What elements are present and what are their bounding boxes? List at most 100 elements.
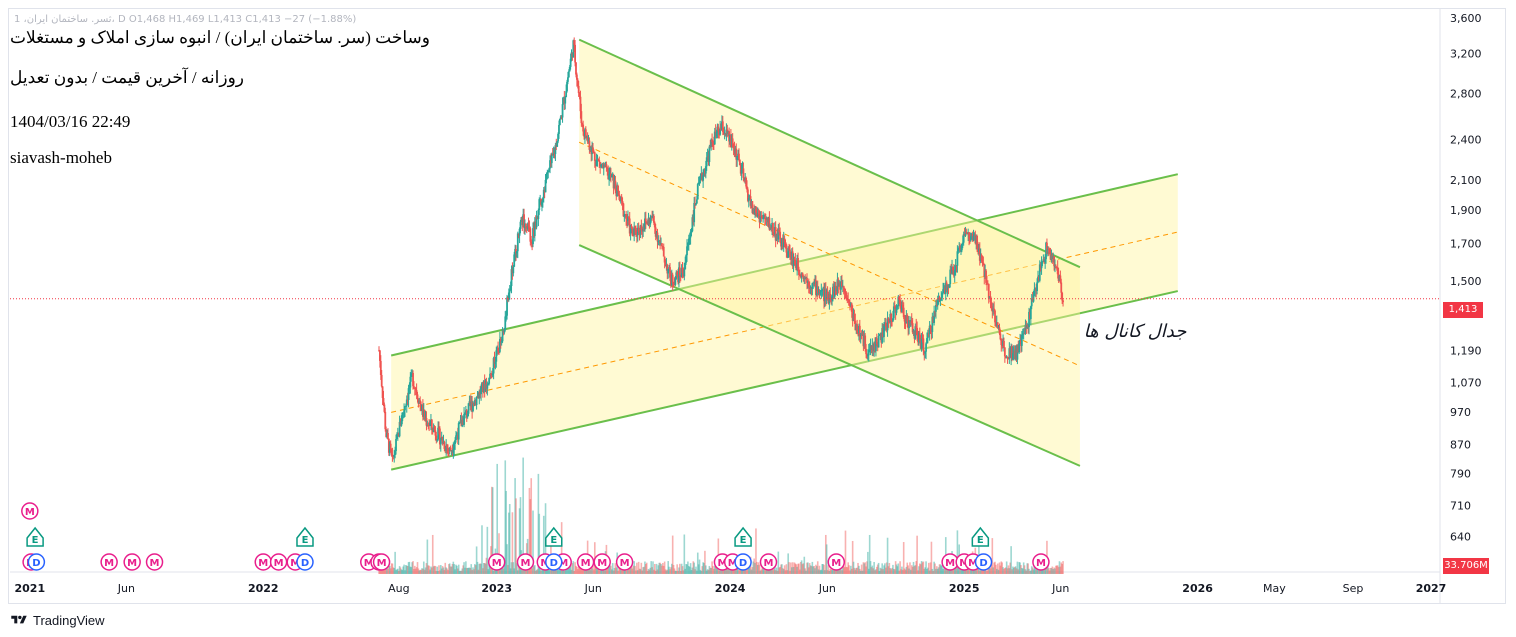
y-tick-label: 790 xyxy=(1450,467,1471,480)
x-tick-label: 2024 xyxy=(715,582,746,595)
candle-body xyxy=(580,111,583,124)
y-tick-label: 3,200 xyxy=(1450,47,1482,60)
legend-ohlc: O1,468 H1,469 L1,413 C1,413 −27 (−1.88%) xyxy=(128,14,357,25)
event-m-label: M xyxy=(764,558,774,569)
candle-body xyxy=(662,246,665,257)
event-m-label: M xyxy=(597,558,607,569)
y-tick-label: 1,500 xyxy=(1450,275,1482,288)
candle-body xyxy=(779,232,782,243)
x-tick-label: 2025 xyxy=(949,582,980,595)
event-m-label: M xyxy=(831,558,841,569)
candle-body xyxy=(404,406,406,411)
candle-body xyxy=(696,184,699,200)
event-e-label: E xyxy=(302,535,309,546)
chart-title: وساخت (سر. ساختمان ایران) / انبوه سازی ا… xyxy=(10,28,430,48)
event-m-label: M xyxy=(945,558,955,569)
candle-body xyxy=(567,71,570,78)
candle-body xyxy=(457,423,460,440)
candle-body xyxy=(941,292,944,298)
event-e-label: E xyxy=(32,535,39,546)
current-price-tag: 1,413 xyxy=(1443,302,1483,318)
candle-body xyxy=(661,243,663,247)
candle-body xyxy=(925,343,927,352)
x-tick-label: 2021 xyxy=(15,582,46,595)
event-m-label: M xyxy=(581,558,591,569)
footer-brand: TradingView xyxy=(33,612,105,628)
candle-body xyxy=(865,348,867,355)
candle-body xyxy=(567,77,569,82)
candle-body xyxy=(455,435,457,440)
volume-bar xyxy=(508,504,511,574)
event-m-label: M xyxy=(492,558,502,569)
x-tick-label: Jun xyxy=(117,582,135,595)
candle-body xyxy=(982,262,985,264)
ohlc-legend: ثسر. ساختمان ایران، 1، D O1,468 H1,469 L… xyxy=(14,14,356,25)
event-m-label: M xyxy=(104,558,114,569)
candle-body xyxy=(683,269,686,277)
candle-body xyxy=(574,44,576,63)
x-tick-label: May xyxy=(1263,582,1286,595)
candle-body xyxy=(439,440,442,445)
candle-body xyxy=(387,433,389,439)
x-tick-label: Sep xyxy=(1343,582,1364,595)
chart-author: siavash-moheb xyxy=(10,148,112,168)
candle-body xyxy=(785,244,788,253)
y-tick-label: 1,070 xyxy=(1450,376,1482,389)
channel-annotation: جدال کانال ها xyxy=(1084,321,1188,342)
candle-body xyxy=(582,124,585,132)
candle-body xyxy=(1003,341,1005,348)
legend-symbol: ثسر. ساختمان ایران، 1، D xyxy=(14,14,126,25)
candle-body xyxy=(558,125,560,134)
volume-bar xyxy=(486,526,489,574)
event-m-label: M xyxy=(620,558,630,569)
price-chart[interactable]: 3,600 3,200 2,800 2,400 2,100 1,900 1,700 1,500… xyxy=(0,0,1516,637)
event-d-label: D xyxy=(550,558,558,569)
volume-bar xyxy=(683,534,686,574)
y-tick-label: 2,100 xyxy=(1450,174,1482,187)
volume-bar xyxy=(916,535,918,574)
candle-body xyxy=(430,419,433,428)
candle-body xyxy=(598,160,601,162)
candle-body xyxy=(922,338,925,352)
event-m-label: M xyxy=(150,558,160,569)
y-tick-label: 870 xyxy=(1450,438,1471,451)
volume-bar xyxy=(1062,561,1064,574)
event-e-label: E xyxy=(550,535,557,546)
candle-body xyxy=(577,85,580,94)
event-m-label: M xyxy=(1036,558,1046,569)
event-e-label: E xyxy=(977,535,984,546)
candle-body xyxy=(877,335,880,348)
y-tick-label: 640 xyxy=(1450,531,1471,544)
candle-body xyxy=(467,403,470,414)
candle-body xyxy=(458,422,461,424)
candle-body xyxy=(480,387,482,395)
y-tick-label: 710 xyxy=(1450,499,1471,512)
candle-body xyxy=(742,168,745,178)
event-e-label: E xyxy=(740,535,747,546)
candle-body xyxy=(380,374,383,387)
volume-bar xyxy=(825,544,828,574)
event-d-label: D xyxy=(979,558,987,569)
chart-datetime: 1404/03/16 22:49 xyxy=(10,112,131,132)
y-tick-label: 2,800 xyxy=(1450,87,1482,100)
candle-body xyxy=(593,152,596,161)
y-tick-label: 1,190 xyxy=(1450,344,1482,357)
event-d-label: D xyxy=(32,558,40,569)
candle-body xyxy=(463,414,465,425)
candle-body xyxy=(738,153,740,160)
candle-body xyxy=(1061,292,1064,301)
tradingview-logo-icon xyxy=(11,615,27,624)
x-tick-label: Jun xyxy=(818,582,836,595)
chart-subtitle: روزانه / آخرین قیمت / بدون تعدیل xyxy=(10,68,245,88)
volume-bar xyxy=(515,498,517,574)
candle-body xyxy=(558,119,561,126)
volume-tag: 33.706M xyxy=(1443,558,1489,574)
y-tick-label: 1,700 xyxy=(1450,237,1482,250)
candle-body xyxy=(1003,347,1006,357)
candle-body xyxy=(561,104,564,118)
x-tick-label: 2022 xyxy=(248,582,279,595)
footer[interactable]: TradingView xyxy=(10,611,105,629)
y-tick-label: 2,400 xyxy=(1450,134,1482,147)
x-tick-label: Jun xyxy=(584,582,602,595)
y-tick-label: 3,600 xyxy=(1450,12,1482,25)
